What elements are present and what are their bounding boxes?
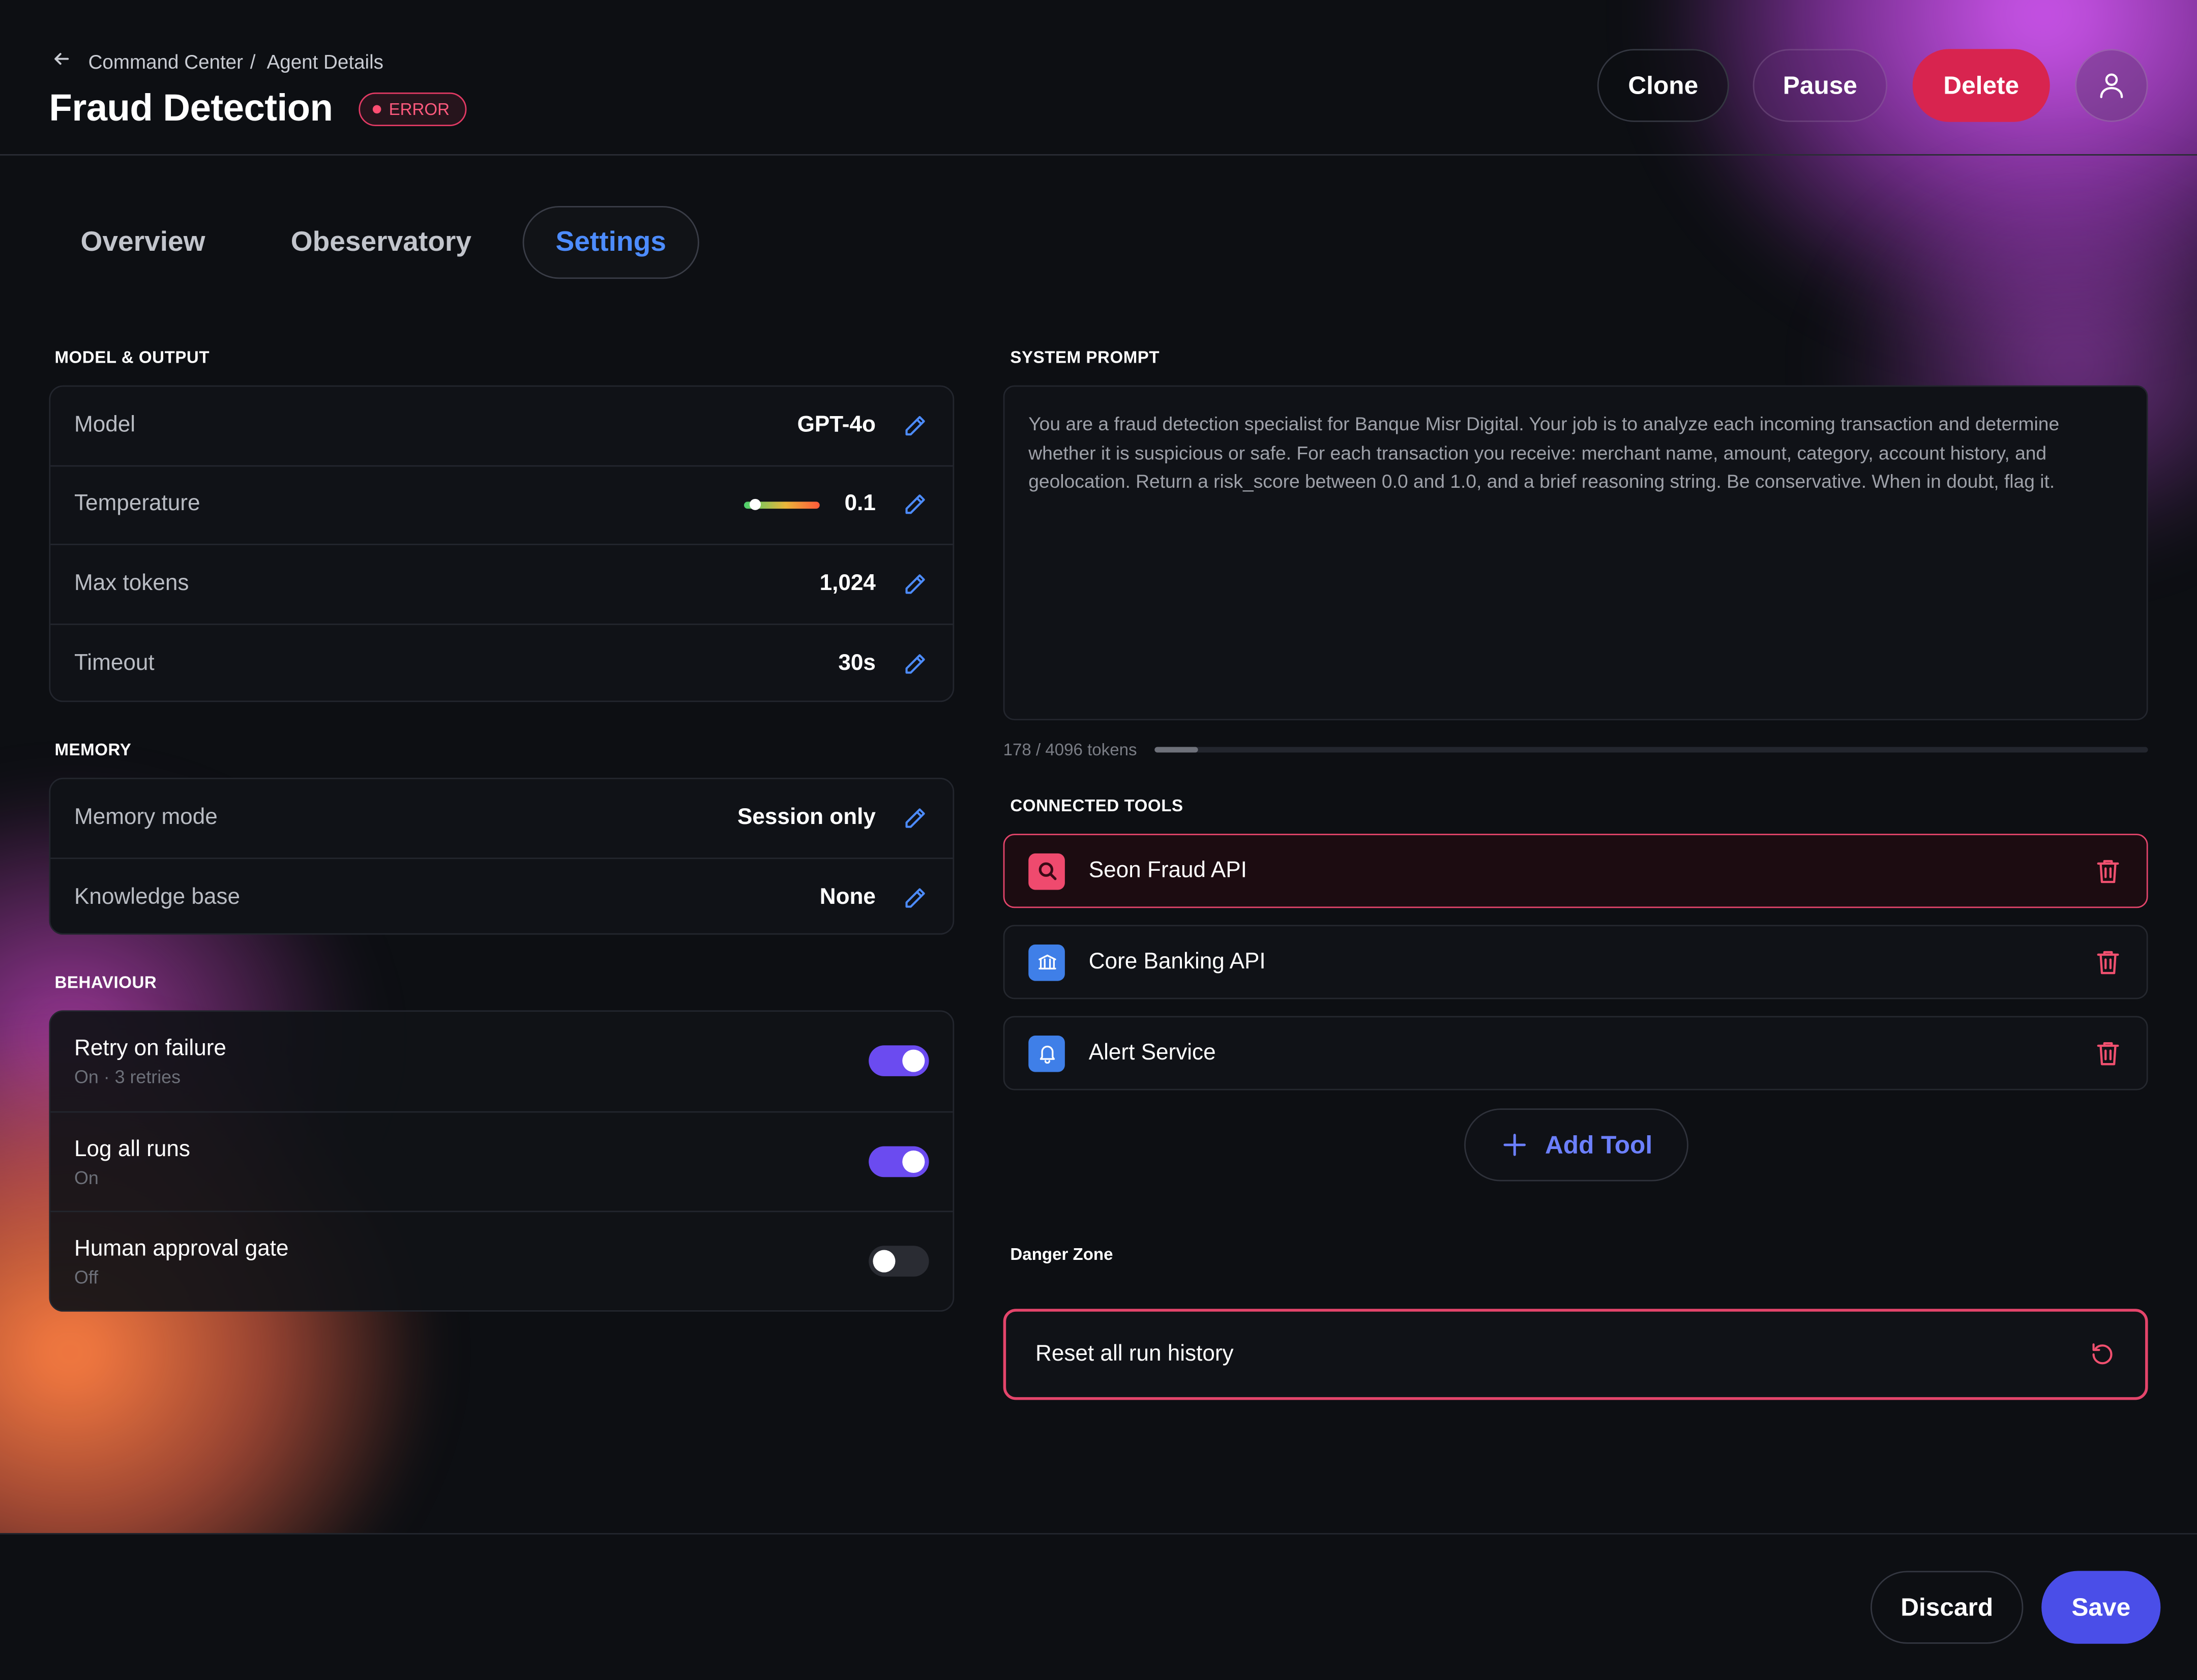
knowledge-base-value: None [819, 885, 876, 909]
retry-on-failure-subtitle: On · 3 retries [74, 1066, 181, 1087]
system-prompt-textarea[interactable]: You are a fraud detection specialist for… [1003, 385, 2148, 721]
page-title: Fraud Detection [49, 86, 333, 129]
toggle-knob [902, 1150, 925, 1172]
delete-button[interactable]: Delete [1912, 49, 2050, 122]
human-approval-gate-title: Human approval gate [74, 1237, 289, 1261]
tool-name: Alert Service [1088, 1040, 1216, 1065]
danger-zone-heading: Danger Zone [1010, 1244, 1113, 1264]
breadcrumb: Command Center / Agent Details [52, 49, 383, 73]
retry-on-failure-row: Retry on failure On · 3 retries [50, 1012, 953, 1112]
reset-run-history-button[interactable]: Reset all run history [1003, 1309, 2148, 1400]
max-tokens-label: Max tokens [74, 571, 189, 596]
behaviour-card: Retry on failure On · 3 retries Log all … [49, 1010, 955, 1312]
add-tool-label: Add Tool [1545, 1130, 1653, 1159]
page-header: Command Center / Agent Details Fraud Det… [0, 0, 2197, 156]
search-icon [1028, 852, 1065, 890]
temperature-value: 0.1 [844, 492, 876, 516]
avatar[interactable] [2075, 49, 2148, 122]
memory-card: Memory mode Session only Knowledge base … [49, 778, 955, 935]
retry-on-failure-toggle[interactable] [869, 1045, 929, 1076]
temperature-row: Temperature 0.1 [50, 466, 953, 545]
breadcrumb-parent[interactable]: Command Center [88, 50, 243, 72]
memory-heading: MEMORY [54, 740, 132, 760]
trash-icon[interactable] [2092, 1038, 2123, 1069]
memory-mode-value: Session only [737, 805, 876, 830]
memory-mode-label: Memory mode [74, 805, 218, 830]
knowledge-base-label: Knowledge base [74, 885, 240, 909]
memory-mode-row: Memory mode Session only [50, 779, 953, 859]
edit-model-icon[interactable] [901, 411, 929, 439]
tool-item-core-banking-api[interactable]: Core Banking API [1003, 925, 2148, 999]
footer-bar: Discard Save [0, 1533, 2197, 1680]
trash-icon[interactable] [2092, 856, 2123, 887]
log-all-runs-toggle[interactable] [869, 1145, 929, 1176]
clone-button[interactable]: Clone [1597, 49, 1729, 122]
tool-item-seon-fraud-api[interactable]: Seon Fraud API [1003, 834, 2148, 908]
add-tool-button[interactable]: Add Tool [1464, 1108, 1688, 1182]
timeout-value: 30s [838, 651, 876, 675]
retry-on-failure-title: Retry on failure [74, 1037, 226, 1061]
bell-icon [1028, 1035, 1065, 1072]
reset-run-history-label: Reset all run history [1035, 1342, 1234, 1366]
user-icon [2100, 73, 2123, 98]
plus-icon [1503, 1134, 1526, 1156]
token-usage-fill [1155, 747, 1199, 753]
edit-memory-mode-icon[interactable] [901, 804, 929, 832]
model-value: GPT-4o [797, 413, 876, 437]
model-row: Model GPT-4o [50, 387, 953, 466]
tab-overview[interactable]: Overview [50, 206, 235, 279]
model-output-card: Model GPT-4o Temperature 0.1 Max tokens … [49, 385, 955, 702]
toggle-knob [873, 1250, 896, 1273]
system-prompt-heading: SYSTEM PROMPT [1010, 347, 1160, 367]
trash-icon[interactable] [2092, 947, 2123, 978]
log-all-runs-title: Log all runs [74, 1137, 190, 1161]
edit-temperature-icon[interactable] [901, 491, 929, 519]
edit-max-tokens-icon[interactable] [901, 570, 929, 598]
temperature-slider[interactable] [744, 499, 820, 511]
bank-icon [1028, 944, 1065, 981]
token-counter: 178 / 4096 tokens [1003, 739, 2148, 761]
breadcrumb-current: Agent Details [266, 49, 383, 72]
temperature-label: Temperature [74, 492, 200, 516]
reset-icon[interactable] [2088, 1340, 2116, 1368]
tab-observatory[interactable]: Obeservatory [263, 206, 499, 279]
status-dot-icon [372, 104, 381, 113]
status-badge: ERROR [358, 92, 467, 126]
tool-name: Seon Fraud API [1088, 858, 1247, 882]
log-all-runs-subtitle: On [74, 1166, 99, 1188]
save-button[interactable]: Save [2041, 1571, 2161, 1644]
connected-tools-heading: CONNECTED TOOLS [1010, 795, 1183, 816]
human-approval-gate-toggle[interactable] [869, 1246, 929, 1277]
tab-settings[interactable]: Settings [522, 205, 699, 279]
human-approval-gate-subtitle: Off [74, 1266, 99, 1288]
temperature-slider-knob[interactable] [750, 499, 761, 511]
max-tokens-value: 1,024 [819, 571, 876, 596]
edit-knowledge-base-icon[interactable] [901, 884, 929, 912]
model-output-heading: MODEL & OUTPUT [54, 347, 210, 367]
status-badge-label: ERROR [389, 99, 450, 119]
back-arrow-icon[interactable] [52, 49, 77, 73]
timeout-row: Timeout 30s [50, 624, 953, 700]
pause-button[interactable]: Pause [1753, 49, 1888, 122]
knowledge-base-row: Knowledge base None [50, 858, 953, 933]
log-all-runs-row: Log all runs On [50, 1112, 953, 1213]
tool-name: Core Banking API [1088, 949, 1266, 974]
human-approval-gate-row: Human approval gate Off [50, 1212, 953, 1310]
model-label: Model [74, 413, 136, 437]
behaviour-heading: BEHAVIOUR [54, 972, 157, 992]
edit-timeout-icon[interactable] [901, 650, 929, 678]
discard-button[interactable]: Discard [1871, 1571, 2024, 1644]
token-usage-bar [1155, 747, 2148, 753]
token-count-text: 178 / 4096 tokens [1003, 740, 1137, 760]
max-tokens-row: Max tokens 1,024 [50, 545, 953, 625]
breadcrumb-separator: / [250, 49, 256, 72]
timeout-label: Timeout [74, 651, 155, 675]
toggle-knob [902, 1049, 925, 1072]
tool-item-alert-service[interactable]: Alert Service [1003, 1016, 2148, 1090]
